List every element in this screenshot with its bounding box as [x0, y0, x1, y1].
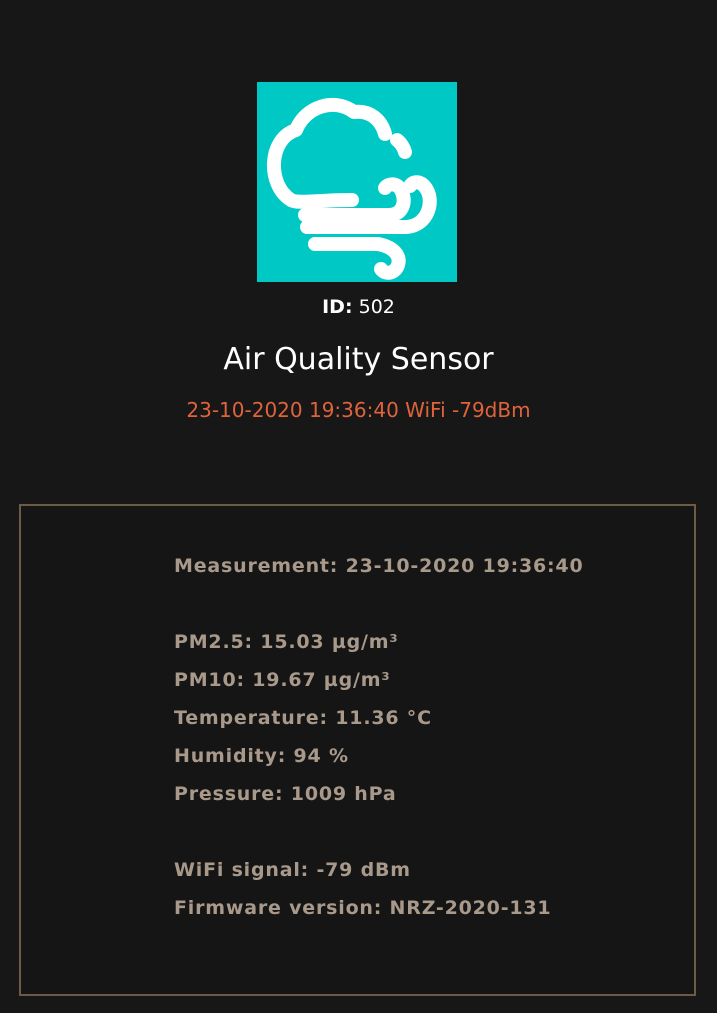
- sensor-detail-page: ID: 502 Air Quality Sensor 23-10-2020 19…: [0, 0, 717, 1013]
- temperature-reading: Temperature: 11.36 °C: [174, 707, 432, 729]
- pm25-reading: PM2.5: 15.03 µg/m³: [174, 631, 399, 653]
- firmware-version: Firmware version: NRZ-2020-131: [174, 897, 552, 919]
- page-title: Air Quality Sensor: [223, 342, 494, 377]
- cloud-wind-icon: [257, 82, 457, 282]
- sensor-id-label: ID:: [322, 296, 353, 318]
- pm10-reading: PM10: 19.67 µg/m³: [174, 669, 391, 691]
- wifi-signal-reading: WiFi signal: -79 dBm: [174, 859, 411, 881]
- sensor-id: ID: 502: [0, 294, 717, 320]
- measurement-details-panel: Measurement: 23-10-2020 19:36:40 PM2.5: …: [19, 504, 696, 996]
- pressure-reading: Pressure: 1009 hPa: [174, 783, 397, 805]
- sensor-id-value: 502: [358, 296, 395, 318]
- humidity-reading: Humidity: 94 %: [174, 745, 349, 767]
- measurement-time: Measurement: 23-10-2020 19:36:40: [174, 555, 584, 577]
- last-update-status: 23-10-2020 19:36:40 WiFi -79dBm: [186, 398, 531, 422]
